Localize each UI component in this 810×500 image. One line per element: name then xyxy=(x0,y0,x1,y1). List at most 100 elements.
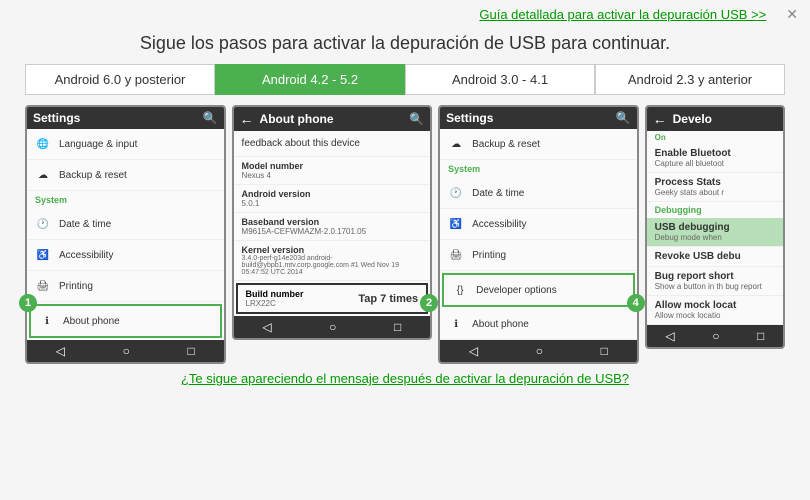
screen3-search-icon[interactable]: 🔍 xyxy=(616,111,631,125)
android-version-value: 5.0.1 xyxy=(242,199,423,208)
build-number-block[interactable]: Build number LRX22C Tap 7 times xyxy=(236,283,429,314)
screen2-container: ← About phone 🔍 feedback about this devi… xyxy=(232,105,433,364)
settings-label: About phone xyxy=(63,316,120,327)
tab-android30[interactable]: Android 3.0 - 4.1 xyxy=(405,64,595,95)
screen4: ← Develo On Enable Bluetoot Capture all … xyxy=(645,105,785,349)
back-arrow-icon[interactable]: ← xyxy=(240,111,254,127)
screen2-title: About phone xyxy=(260,112,334,126)
screen3: Settings 🔍 ☁ Backup & reset System 🕐 Dat… xyxy=(438,105,639,364)
recent-nav2[interactable]: □ xyxy=(394,320,401,334)
screen1-header: Settings 🔍 xyxy=(27,107,224,129)
bug-report-item[interactable]: Bug report short Show a button in th bug… xyxy=(647,267,783,296)
usb-debugging-title: USB debugging xyxy=(655,222,775,233)
screen3-navbar: ◁ ○ □ xyxy=(440,340,637,362)
build-label: Build number xyxy=(246,289,304,299)
developer-icon: {} xyxy=(452,282,468,298)
settings-label: Date & time xyxy=(472,188,524,199)
settings-item-printing[interactable]: 🖨 Printing xyxy=(27,271,224,302)
step4-bubble: 4 xyxy=(627,294,645,312)
screen3-title: Settings xyxy=(446,111,493,125)
model-block: Model number Nexus 4 xyxy=(234,157,431,185)
tab-android6[interactable]: Android 6.0 y posterior xyxy=(25,64,215,95)
mock-location-item[interactable]: Allow mock locat Allow mock locatio xyxy=(647,296,783,325)
baseband-block: Baseband version M9615A-CEFWMAZM-2.0.170… xyxy=(234,213,431,241)
close-button[interactable]: ✕ xyxy=(786,6,798,23)
settings-item-printing3[interactable]: 🖨 Printing xyxy=(440,240,637,271)
kernel-label: Kernel version xyxy=(242,245,423,255)
bottom-help-link[interactable]: ¿Te sigue apareciendo el mensaje después… xyxy=(181,371,629,386)
android-version-block: Android version 5.0.1 xyxy=(234,185,431,213)
bluetooth-item[interactable]: Enable Bluetoot Capture all bluetoot xyxy=(647,144,783,173)
screen1-search-icon[interactable]: 🔍 xyxy=(203,111,218,125)
process-stats-item[interactable]: Process Stats Geeky stats about r xyxy=(647,173,783,202)
screen1: Settings 🔍 🌐 Language & input ☁ Backup &… xyxy=(25,105,226,364)
screen1-title: Settings xyxy=(33,111,80,125)
screen4-container: ← Develo On Enable Bluetoot Capture all … xyxy=(645,105,785,364)
settings-item-label: Backup & reset xyxy=(59,170,127,181)
screen1-body: 🌐 Language & input ☁ Backup & reset Syst… xyxy=(27,129,224,340)
system-label3: System xyxy=(440,160,637,178)
back-nav2[interactable]: ◁ xyxy=(262,320,271,334)
settings-item-label: Language & input xyxy=(59,139,137,150)
home-nav3[interactable]: ○ xyxy=(536,344,543,358)
screens-wrapper: Settings 🔍 🌐 Language & input ☁ Backup &… xyxy=(25,105,785,364)
screen3-header: Settings 🔍 xyxy=(440,107,637,129)
screen2: ← About phone 🔍 feedback about this devi… xyxy=(232,105,433,340)
back-nav3[interactable]: ◁ xyxy=(469,344,478,358)
settings-item-language[interactable]: 🌐 Language & input xyxy=(27,129,224,160)
screen2-search-icon[interactable]: 🔍 xyxy=(409,112,424,126)
settings-label: Backup & reset xyxy=(472,139,540,150)
screen2-header: ← About phone 🔍 xyxy=(234,107,431,131)
main-container: Guía detallada para activar la depuració… xyxy=(0,0,810,500)
recent-nav[interactable]: □ xyxy=(187,344,194,358)
feedback-label: feedback about this device xyxy=(242,138,360,149)
settings-label: Developer options xyxy=(476,285,557,296)
screen2-navbar: ◁ ○ □ xyxy=(234,316,431,338)
kernel-value: 3.4.0-perf-g14e203d android-build@ybpb1.… xyxy=(242,255,423,276)
baseband-value: M9615A-CEFWMAZM-2.0.1701.05 xyxy=(242,227,423,236)
build-value: LRX22C xyxy=(246,299,304,308)
back-nav[interactable]: ◁ xyxy=(56,344,65,358)
home-nav4[interactable]: ○ xyxy=(712,329,719,343)
top-bar: Guía detallada para activar la depuració… xyxy=(0,0,810,29)
guide-link[interactable]: Guía detallada para activar la depuració… xyxy=(479,7,766,22)
settings-item-accessibility[interactable]: ♿ Accessibility xyxy=(27,240,224,271)
settings-label: Accessibility xyxy=(59,250,113,261)
home-nav[interactable]: ○ xyxy=(123,344,130,358)
about-icon: ℹ xyxy=(39,313,55,329)
settings-item-developer[interactable]: {} Developer options xyxy=(442,273,635,307)
revoke-usb-item[interactable]: Revoke USB debu xyxy=(647,247,783,267)
back-nav4[interactable]: ◁ xyxy=(665,329,674,343)
tab-android23[interactable]: Android 2.3 y anterior xyxy=(595,64,785,95)
tabs-row: Android 6.0 y posterior Android 4.2 - 5.… xyxy=(25,64,785,95)
settings-label: Date & time xyxy=(59,219,111,230)
settings-item-accessibility3[interactable]: ♿ Accessibility xyxy=(440,209,637,240)
process-stats-title: Process Stats xyxy=(655,177,775,188)
step1-bubble: 1 xyxy=(19,294,37,312)
settings-item-backup3[interactable]: ☁ Backup & reset xyxy=(440,129,637,160)
tab-android42[interactable]: Android 4.2 - 5.2 xyxy=(215,64,405,95)
language-icon: 🌐 xyxy=(35,136,51,152)
usb-debugging-sub: Debug mode when xyxy=(655,233,775,242)
bluetooth-sub: Capture all bluetoot xyxy=(655,159,775,168)
usb-debugging-item[interactable]: USB debugging Debug mode when xyxy=(647,218,783,247)
back-arrow4-icon[interactable]: ← xyxy=(653,111,667,127)
main-title: Sigue los pasos para activar la depuraci… xyxy=(140,33,670,54)
toggle-row: On xyxy=(647,131,783,144)
about3-icon: ℹ xyxy=(448,316,464,332)
bluetooth-title: Enable Bluetoot xyxy=(655,148,775,159)
screen4-body: On Enable Bluetoot Capture all bluetoot … xyxy=(647,131,783,325)
feedback-item[interactable]: feedback about this device xyxy=(234,131,431,157)
recent-nav4[interactable]: □ xyxy=(757,329,764,343)
revoke-usb-title: Revoke USB debu xyxy=(655,251,775,262)
settings-item-about[interactable]: ℹ About phone xyxy=(29,304,222,338)
settings-item-date3[interactable]: 🕐 Date & time xyxy=(440,178,637,209)
settings-label: About phone xyxy=(472,319,529,330)
home-nav2[interactable]: ○ xyxy=(329,320,336,334)
settings-item-backup[interactable]: ☁ Backup & reset xyxy=(27,160,224,191)
recent-nav3[interactable]: □ xyxy=(601,344,608,358)
bug-report-title: Bug report short xyxy=(655,271,775,282)
settings-item-date[interactable]: 🕐 Date & time xyxy=(27,209,224,240)
android-version-label: Android version xyxy=(242,189,423,199)
settings-item-about3[interactable]: ℹ About phone xyxy=(440,309,637,340)
